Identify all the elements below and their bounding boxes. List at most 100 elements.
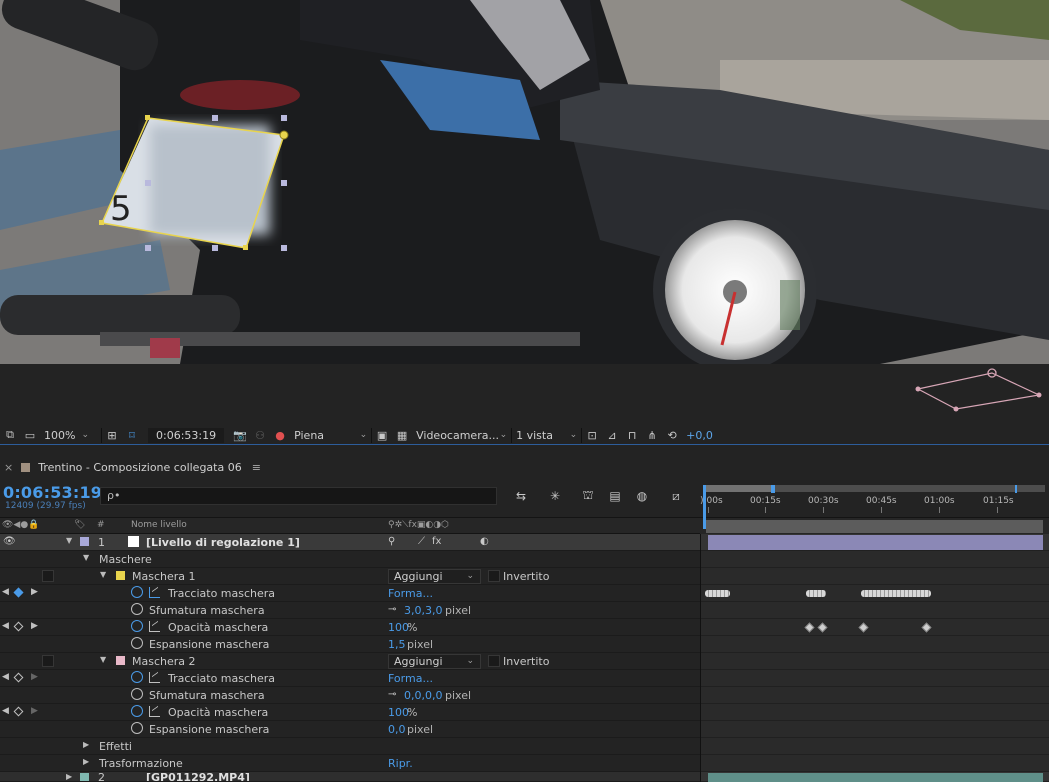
effects-group-row[interactable]: ▶ Effetti [0, 738, 700, 755]
layer-search-input[interactable]: ρ• [100, 487, 497, 505]
mask-1-color[interactable] [116, 571, 125, 580]
mask-2-lock-box[interactable] [42, 655, 54, 667]
time-ruler[interactable]: ):00s 00:15s 00:30s 00:45s 01:00s 01:15s [700, 483, 1049, 517]
mask-1-path-row[interactable]: ◀ ▶ Tracciato maschera Forma... [0, 585, 700, 602]
add-keyframe-icon[interactable] [13, 587, 24, 598]
keyframe[interactable] [817, 622, 828, 633]
mask-2-row[interactable]: ▼ Maschera 2 Aggiungi ⌄ Invertito [0, 653, 700, 670]
exposure-value[interactable]: +0,0 [686, 429, 713, 442]
flowchart-icon[interactable]: ⋔ [644, 428, 660, 442]
expand-chevron-icon[interactable]: ▼ [83, 553, 89, 562]
mask-1-feather-value[interactable]: 3,0,3,0 [404, 604, 442, 617]
add-keyframe-icon[interactable] [13, 672, 24, 683]
next-keyframe-icon[interactable]: ▶ [31, 672, 38, 682]
graph-icon[interactable] [149, 587, 160, 598]
fast-previews-icon[interactable]: ⊿ [604, 428, 620, 442]
frame-blending-icon[interactable]: ▤ [606, 488, 624, 504]
zoom-select[interactable]: 100% ⌄ [40, 427, 102, 443]
shy-layers-icon[interactable]: ⛫ [579, 488, 597, 504]
stopwatch-icon[interactable] [131, 671, 143, 683]
mask-1-mode-select[interactable]: Aggiungi ⌄ [388, 569, 481, 584]
mask-1-path-value[interactable]: Forma... [388, 587, 433, 600]
expand-chevron-icon[interactable]: ▼ [100, 570, 106, 579]
link-chain-icon[interactable]: ⊸ [388, 604, 396, 615]
layer-name[interactable]: [Livello di regolazione 1] [146, 536, 300, 549]
layer-row-1[interactable]: 👁 ▼ 1 [Livello di regolazione 1] ⚲ ⟋ fx … [0, 534, 700, 551]
timeline-tab[interactable]: × Trentino - Composizione collegata 06 ≡ [0, 457, 261, 477]
stopwatch-icon[interactable] [131, 688, 143, 700]
mask-2-expansion-row[interactable]: Espansione maschera 0,0 pixel [0, 721, 700, 738]
layer-label-color[interactable] [80, 773, 89, 781]
keyframe-cluster[interactable] [806, 590, 826, 597]
transform-reset-link[interactable]: Ripr. [388, 757, 413, 770]
mask-1-inverted-checkbox[interactable] [488, 570, 500, 582]
composition-viewer[interactable]: 5 [0, 0, 1049, 364]
stopwatch-icon[interactable] [131, 705, 143, 717]
mask-2-name[interactable]: Maschera 2 [132, 655, 196, 668]
transparency-grid-icon[interactable]: ▦ [394, 428, 410, 442]
stopwatch-icon[interactable] [131, 722, 143, 734]
track-mask-1-opacity[interactable] [701, 619, 1049, 636]
channels-icon[interactable]: ● [272, 428, 288, 442]
time-navigator-right-marker[interactable] [1015, 485, 1017, 493]
masks-group-row[interactable]: ▼ Maschere [0, 551, 700, 568]
mask-2-path-preview[interactable] [0, 364, 1049, 426]
prev-keyframe-icon[interactable]: ◀ [2, 672, 9, 682]
track-mask-1-path[interactable] [701, 585, 1049, 602]
always-preview-icon[interactable]: ⧉ [2, 428, 18, 442]
layer-name[interactable]: [GP011292.MP4] [146, 772, 250, 781]
graph-icon[interactable] [149, 706, 160, 717]
mask-1-expansion-row[interactable]: Espansione maschera 1,5 pixel [0, 636, 700, 653]
adjustment-switch-icon[interactable]: ◐ [480, 536, 489, 547]
grid-guides-icon[interactable]: ⊞ [104, 428, 120, 442]
mask-2-feather-value[interactable]: 0,0,0,0 [404, 689, 442, 702]
track-layer-1[interactable] [701, 534, 1049, 551]
mask-1-row[interactable]: ▼ Maschera 1 Aggiungi ⌄ Invertito [0, 568, 700, 585]
transform-group-row[interactable]: ▶ Trasformazione Ripr. [0, 755, 700, 772]
layer-label-color[interactable] [80, 537, 89, 546]
snapshot-camera-icon[interactable]: 📷 [232, 428, 248, 442]
mask-2-opacity-row[interactable]: ◀ ▶ Opacità maschera 100 % [0, 704, 700, 721]
add-keyframe-icon[interactable] [13, 706, 24, 717]
stopwatch-icon[interactable] [131, 586, 143, 598]
graph-icon[interactable] [149, 621, 160, 632]
viewer-pasteboard[interactable] [0, 364, 1049, 426]
motion-blur-icon[interactable]: ◍ [633, 488, 651, 504]
prev-keyframe-icon[interactable]: ◀ [2, 587, 9, 597]
mask-2-inverted-checkbox[interactable] [488, 655, 500, 667]
prev-keyframe-icon[interactable]: ◀ [2, 621, 9, 631]
expand-chevron-icon[interactable]: ▶ [83, 757, 89, 766]
layer-row-2[interactable]: ▶ 2 [GP011292.MP4] [0, 772, 700, 782]
toggle-pixel-aspect-icon[interactable]: ⊡ [584, 428, 600, 442]
layer-1-duration-bar[interactable] [708, 535, 1043, 550]
mask-2-opacity-value[interactable]: 100 [388, 706, 409, 719]
mask-2-path-row[interactable]: ◀ ▶ Tracciato maschera Forma... [0, 670, 700, 687]
mask-visibility-icon[interactable]: ⌑ [124, 428, 140, 442]
monitor-icon[interactable]: ▭ [22, 428, 38, 442]
add-keyframe-icon[interactable] [13, 621, 24, 632]
prev-keyframe-icon[interactable]: ◀ [2, 706, 9, 716]
graph-icon[interactable] [149, 672, 160, 683]
mask-1-name[interactable]: Maschera 1 [132, 570, 196, 583]
mask-1-lock-box[interactable] [42, 570, 54, 582]
region-of-interest-icon[interactable]: ▣ [374, 428, 390, 442]
mask-1-feather-row[interactable]: Sfumatura maschera ⊸ 3,0,3,0 pixel [0, 602, 700, 619]
timeline-icon[interactable]: ⊓ [624, 428, 640, 442]
av-switches-icon[interactable]: 👁◀●🔒 [2, 520, 39, 530]
quality-switch-icon[interactable]: ⟋ [418, 536, 425, 547]
timeline-tracks[interactable] [700, 534, 1049, 782]
show-snapshot-icon[interactable]: ⚇ [252, 428, 268, 442]
effect-switch-icon[interactable]: fx [432, 536, 441, 547]
reset-exposure-icon[interactable]: ⟲ [664, 428, 680, 442]
label-tag-icon[interactable]: 🏷 [74, 520, 85, 530]
time-navigator-end-marker[interactable] [771, 485, 775, 493]
mask-2-expansion-value[interactable]: 0,0 [388, 723, 406, 736]
camera-view-select[interactable]: Videocamera... ⌄ [412, 427, 513, 443]
mask-1-expansion-value[interactable]: 1,5 [388, 638, 406, 651]
next-keyframe-icon[interactable]: ▶ [31, 706, 38, 716]
stopwatch-icon[interactable] [131, 637, 143, 649]
keyframe-cluster[interactable] [705, 590, 730, 597]
keyframe[interactable] [921, 622, 932, 633]
mask-1-opacity-value[interactable]: 100 [388, 621, 409, 634]
resolution-select[interactable]: Piena ⌄ [290, 427, 373, 443]
